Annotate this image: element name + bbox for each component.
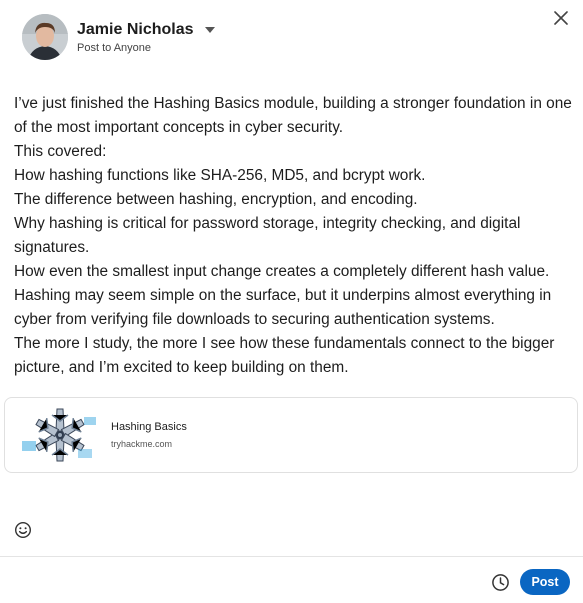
post-line: The more I study, the more I see how the… [14,335,559,376]
chevron-down-icon [204,26,215,33]
post-line: The difference between hashing, encrypti… [14,191,418,208]
author-name: Jamie Nicholas [77,20,194,38]
post-button[interactable]: Post [520,569,570,595]
close-button[interactable] [551,8,571,28]
author-selector[interactable]: Jamie Nicholas Post to Anyone [22,14,215,60]
post-line: This covered: [14,143,107,160]
audience-label: Post to Anyone [77,41,151,54]
emoji-icon [14,521,32,539]
link-title: Hashing Basics [111,421,187,433]
post-line: How even the smallest input change creat… [14,263,550,280]
schedule-button[interactable] [491,573,510,592]
emoji-button[interactable] [14,521,32,539]
footer-divider [0,556,583,557]
link-preview-card[interactable]: Hashing Basics tryhackme.com [4,397,578,473]
clock-icon [492,574,509,591]
post-line: I’ve just finished the Hashing Basics mo… [14,95,577,136]
post-line: Why hashing is critical for password sto… [14,215,525,256]
link-thumbnail [18,403,102,467]
close-icon [554,11,568,25]
link-domain: tryhackme.com [111,439,173,449]
post-line: Hashing may seem simple on the surface, … [14,287,556,328]
avatar [22,14,68,60]
post-editor[interactable]: I’ve just finished the Hashing Basics mo… [14,92,574,380]
post-line: How hashing functions like SHA-256, MD5,… [14,167,426,184]
